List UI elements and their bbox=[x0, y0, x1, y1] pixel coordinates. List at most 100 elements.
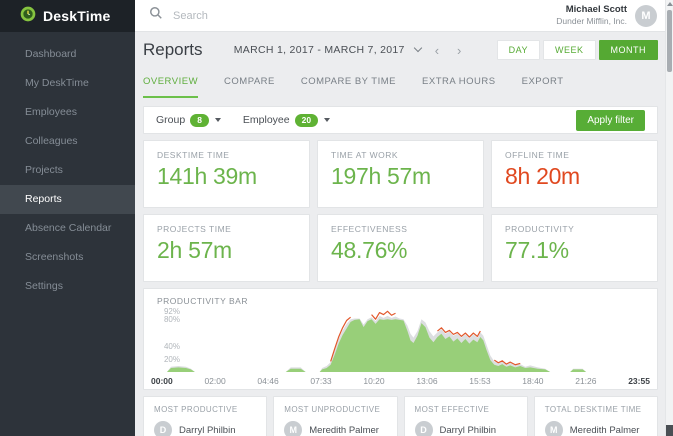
leader-person[interactable]: D Darryl Philbin bbox=[415, 421, 517, 436]
sidebar-nav: Dashboard My DeskTime Employees Colleagu… bbox=[0, 32, 135, 436]
x-axis: 00:00 02:00 04:46 07:33 10:20 13:06 15:5… bbox=[151, 376, 650, 386]
x-tick: 13:06 bbox=[416, 376, 437, 386]
x-tick: 23:55 bbox=[628, 376, 650, 386]
leader-label: MOST UNPRODUCTIVE bbox=[284, 405, 386, 414]
most-productive-card: MOST PRODUCTIVE D Darryl Philbin bbox=[143, 396, 267, 436]
sidebar-item-projects[interactable]: Projects bbox=[0, 156, 135, 185]
stat-card-time-at-work: TIME AT WORK 197h 57m bbox=[317, 140, 484, 208]
logo-text: DeskTime bbox=[43, 8, 111, 24]
stat-card-desktime-time: DESKTIME TIME 141h 39m bbox=[143, 140, 310, 208]
range-week-button[interactable]: WEEK bbox=[543, 40, 596, 60]
group-filter-dropdown[interactable]: Group 8 bbox=[156, 114, 221, 127]
search-bar[interactable] bbox=[135, 0, 556, 31]
stat-card-offline-time: OFFLINE TIME 8h 20m bbox=[491, 140, 658, 208]
main-content: Reports MARCH 1, 2017 - MARCH 7, 2017 ‹ … bbox=[135, 32, 673, 436]
desktime-clock-icon bbox=[20, 6, 36, 27]
scroll-down-icon[interactable] bbox=[666, 425, 673, 436]
sidebar-item-screenshots[interactable]: Screenshots bbox=[0, 243, 135, 272]
leader-label: MOST EFFECTIVE bbox=[415, 405, 517, 414]
leaders-row: MOST PRODUCTIVE D Darryl Philbin MOST UN… bbox=[143, 396, 658, 436]
employee-filter-label: Employee bbox=[243, 114, 290, 126]
x-tick: 18:40 bbox=[522, 376, 543, 386]
tab-compare-by-time[interactable]: COMPARE BY TIME bbox=[301, 76, 396, 98]
leader-person[interactable]: D Darryl Philbin bbox=[154, 421, 256, 436]
chart-plot-area[interactable] bbox=[151, 306, 650, 372]
desktime-app: DeskTime Michael Scott Dunder Mifflin, I… bbox=[0, 0, 673, 436]
stat-label: DESKTIME TIME bbox=[157, 150, 296, 160]
stats-row-1: DESKTIME TIME 141h 39m TIME AT WORK 197h… bbox=[143, 140, 658, 208]
sidebar-item-my-desktime[interactable]: My DeskTime bbox=[0, 69, 135, 98]
stat-value: 77.1% bbox=[505, 237, 644, 264]
vertical-scrollbar[interactable] bbox=[665, 0, 673, 436]
group-count-badge: 8 bbox=[190, 114, 209, 127]
person-avatar: M bbox=[545, 421, 563, 436]
stat-value: 8h 20m bbox=[505, 163, 644, 190]
person-name: Meredith Palmer bbox=[570, 425, 640, 436]
user-menu[interactable]: Michael Scott Dunder Mifflin, Inc. M bbox=[556, 0, 673, 31]
filter-bar: Group 8 Employee 20 Apply filter bbox=[143, 106, 658, 134]
stats-row-2: PROJECTS TIME 2h 57m EFFECTIVENESS 48.76… bbox=[143, 214, 658, 282]
total-desktime-time-card: TOTAL DESKTIME TIME M Meredith Palmer bbox=[534, 396, 658, 436]
x-tick: 21:26 bbox=[575, 376, 596, 386]
leader-person[interactable]: M Meredith Palmer bbox=[545, 421, 647, 436]
stat-card-effectiveness: EFFECTIVENESS 48.76% bbox=[317, 214, 484, 282]
leader-label: TOTAL DESKTIME TIME bbox=[545, 405, 647, 414]
leader-label: MOST PRODUCTIVE bbox=[154, 405, 256, 414]
stat-value: 141h 39m bbox=[157, 163, 296, 190]
person-avatar: D bbox=[154, 421, 172, 436]
stat-card-projects-time: PROJECTS TIME 2h 57m bbox=[143, 214, 310, 282]
person-name: Meredith Palmer bbox=[309, 425, 379, 436]
stat-label: TIME AT WORK bbox=[331, 150, 470, 160]
scroll-up-icon[interactable] bbox=[667, 2, 673, 6]
sidebar-item-colleagues[interactable]: Colleagues bbox=[0, 127, 135, 156]
stat-card-productivity: PRODUCTIVITY 77.1% bbox=[491, 214, 658, 282]
date-range-selector[interactable]: MARCH 1, 2017 - MARCH 7, 2017 bbox=[234, 44, 405, 56]
person-name: Darryl Philbin bbox=[440, 425, 497, 436]
employee-filter-dropdown[interactable]: Employee 20 bbox=[243, 114, 330, 127]
x-tick: 07:33 bbox=[310, 376, 331, 386]
stat-value: 2h 57m bbox=[157, 237, 296, 264]
person-name: Darryl Philbin bbox=[179, 425, 236, 436]
reports-header: Reports MARCH 1, 2017 - MARCH 7, 2017 ‹ … bbox=[143, 32, 658, 68]
tab-overview[interactable]: OVERVIEW bbox=[143, 76, 198, 98]
x-tick: 10:20 bbox=[363, 376, 384, 386]
caret-down-icon bbox=[215, 118, 221, 122]
range-day-button[interactable]: DAY bbox=[497, 40, 540, 60]
user-company: Dunder Mifflin, Inc. bbox=[556, 16, 627, 27]
scrollbar-thumb[interactable] bbox=[667, 10, 672, 72]
leader-person[interactable]: M Meredith Palmer bbox=[284, 421, 386, 436]
sidebar-item-employees[interactable]: Employees bbox=[0, 98, 135, 127]
prev-period-button[interactable]: ‹ bbox=[431, 43, 443, 58]
caret-down-icon bbox=[324, 118, 330, 122]
top-bar: DeskTime Michael Scott Dunder Mifflin, I… bbox=[0, 0, 673, 32]
x-tick: 02:00 bbox=[204, 376, 225, 386]
chart-title: PRODUCTIVITY BAR bbox=[157, 296, 248, 306]
person-avatar: M bbox=[284, 421, 302, 436]
stat-value: 197h 57m bbox=[331, 163, 470, 190]
productivity-chart-svg bbox=[151, 306, 650, 372]
range-month-button[interactable]: MONTH bbox=[599, 40, 659, 60]
employee-count-badge: 20 bbox=[295, 114, 318, 127]
most-unproductive-card: MOST UNPRODUCTIVE M Meredith Palmer bbox=[273, 396, 397, 436]
tab-extra-hours[interactable]: EXTRA HOURS bbox=[422, 76, 496, 98]
sidebar-item-settings[interactable]: Settings bbox=[0, 272, 135, 301]
search-icon bbox=[149, 6, 163, 25]
logo[interactable]: DeskTime bbox=[0, 0, 135, 32]
sidebar-item-dashboard[interactable]: Dashboard bbox=[0, 40, 135, 69]
person-avatar: D bbox=[415, 421, 433, 436]
sidebar-item-absence-calendar[interactable]: Absence Calendar bbox=[0, 214, 135, 243]
next-period-button[interactable]: › bbox=[453, 43, 465, 58]
group-filter-label: Group bbox=[156, 114, 185, 126]
tab-export[interactable]: EXPORT bbox=[522, 76, 564, 98]
apply-filter-button[interactable]: Apply filter bbox=[576, 110, 645, 131]
sidebar-item-reports[interactable]: Reports bbox=[0, 185, 135, 214]
stat-label: OFFLINE TIME bbox=[505, 150, 644, 160]
user-avatar[interactable]: M bbox=[635, 5, 657, 27]
chevron-down-icon[interactable] bbox=[413, 44, 421, 52]
x-tick: 04:46 bbox=[257, 376, 278, 386]
search-input[interactable] bbox=[173, 10, 373, 22]
stat-value: 48.76% bbox=[331, 237, 470, 264]
user-name: Michael Scott bbox=[556, 4, 627, 16]
most-effective-card: MOST EFFECTIVE D Darryl Philbin bbox=[404, 396, 528, 436]
tab-compare[interactable]: COMPARE bbox=[224, 76, 275, 98]
